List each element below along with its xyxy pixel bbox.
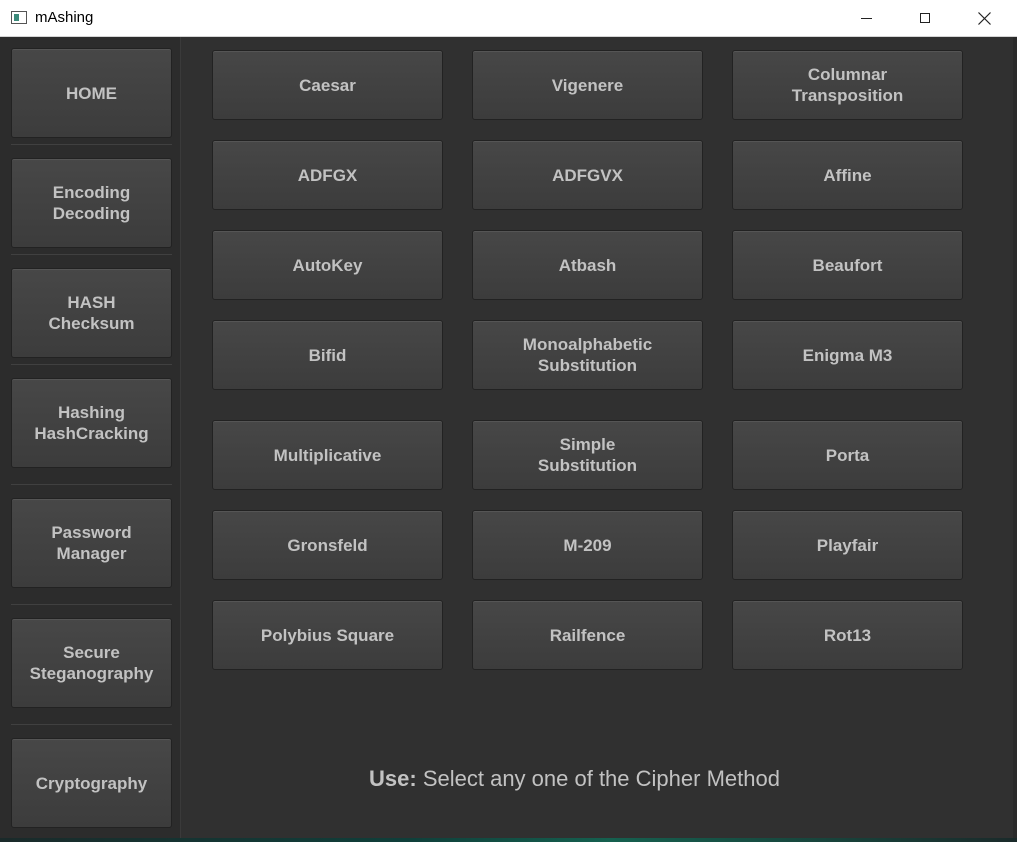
cipher-button-rot13[interactable]: Rot13 (732, 600, 963, 670)
sidebar-item-encoding-decoding[interactable]: Encoding Decoding (11, 158, 172, 248)
cipher-button-gronsfeld[interactable]: Gronsfeld (212, 510, 443, 580)
usage-hint-label: Use: (369, 766, 417, 791)
sidebar-divider (11, 364, 172, 365)
cipher-button-vigenere[interactable]: Vigenere (472, 50, 703, 120)
cipher-button-autokey[interactable]: AutoKey (212, 230, 443, 300)
cipher-button-columnar-transposition[interactable]: Columnar Transposition (732, 50, 963, 120)
window-title: mAshing (35, 9, 94, 26)
sidebar: HOME Encoding Decoding HASH Checksum Has… (0, 37, 181, 838)
sidebar-divider (11, 604, 172, 605)
sidebar-item-hashing-hashcracking[interactable]: Hashing HashCracking (11, 378, 172, 468)
cipher-button-adfgx[interactable]: ADFGX (212, 140, 443, 210)
minimize-button[interactable] (837, 0, 895, 36)
cipher-button-polybius-square[interactable]: Polybius Square (212, 600, 443, 670)
usage-hint: Use: Select any one of the Cipher Method (181, 766, 968, 792)
window-right-edge (1013, 37, 1017, 838)
cipher-button-bifid[interactable]: Bifid (212, 320, 443, 390)
cipher-button-porta[interactable]: Porta (732, 420, 963, 490)
sidebar-item-secure-steganography[interactable]: Secure Steganography (11, 618, 172, 708)
cipher-button-caesar[interactable]: Caesar (212, 50, 443, 120)
cipher-button-railfence[interactable]: Railfence (472, 600, 703, 670)
minimize-icon (860, 17, 872, 19)
sidebar-item-home[interactable]: HOME (11, 48, 172, 138)
sidebar-divider (11, 724, 172, 725)
cipher-button-m-209[interactable]: M-209 (472, 510, 703, 580)
cipher-button-affine[interactable]: Affine (732, 140, 963, 210)
cipher-button-playfair[interactable]: Playfair (732, 510, 963, 580)
sidebar-item-password-manager[interactable]: Password Manager (11, 498, 172, 588)
cipher-button-enigma-m3[interactable]: Enigma M3 (732, 320, 963, 390)
cipher-button-beaufort[interactable]: Beaufort (732, 230, 963, 300)
sidebar-divider (11, 144, 172, 145)
usage-hint-text: Select any one of the Cipher Method (416, 766, 780, 791)
desktop-background-strip (0, 838, 1017, 842)
cipher-button-simple-substitution[interactable]: Simple Substitution (472, 420, 703, 490)
cipher-button-multiplicative[interactable]: Multiplicative (212, 420, 443, 490)
maximize-button[interactable] (896, 0, 954, 36)
app-icon (11, 11, 27, 24)
sidebar-divider (11, 484, 172, 485)
close-button[interactable] (955, 0, 1013, 36)
title-bar: mAshing (0, 0, 1017, 37)
cipher-button-adfgvx[interactable]: ADFGVX (472, 140, 703, 210)
cipher-button-monoalphabetic-substitution[interactable]: Monoalphabetic Substitution (472, 320, 703, 390)
sidebar-divider (11, 254, 172, 255)
app-window: mAshing HOME Encoding Decoding HASH Chec… (0, 0, 1017, 842)
close-icon (977, 11, 991, 25)
maximize-icon (920, 13, 930, 23)
cipher-button-atbash[interactable]: Atbash (472, 230, 703, 300)
sidebar-item-hash-checksum[interactable]: HASH Checksum (11, 268, 172, 358)
sidebar-item-cryptography[interactable]: Cryptography (11, 738, 172, 828)
main-panel: Caesar Vigenere Columnar Transposition A… (181, 37, 1013, 838)
